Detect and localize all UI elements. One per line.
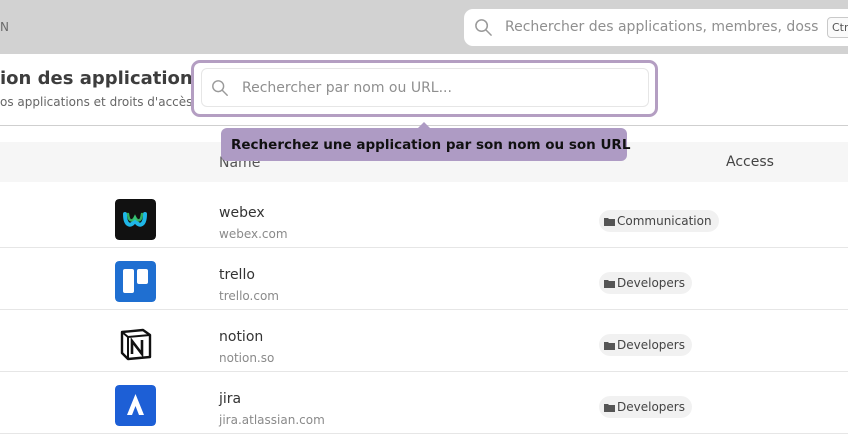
table-row[interactable]: jira jira.atlassian.com Developers (0, 372, 848, 434)
keyboard-shortcut-badge: Ctr (827, 17, 848, 38)
search-tooltip: Recherchez une application par son nom o… (221, 122, 631, 161)
folder-icon (604, 342, 615, 350)
global-search-field[interactable]: Rechercher des applications, membres, do… (464, 9, 848, 46)
search-icon (475, 19, 492, 36)
top-bar: N Rechercher des applications, membres, … (0, 0, 848, 54)
app-url: webex.com (219, 227, 288, 241)
group-tag-label: Developers (617, 276, 685, 290)
group-tag-label: Developers (617, 338, 685, 352)
app-name: trello (219, 267, 255, 283)
app-name: jira (219, 391, 242, 407)
table-row[interactable]: notion notion.so Developers (0, 310, 848, 372)
webex-logo (115, 199, 156, 240)
table-row[interactable]: webex webex.com Communication (0, 186, 848, 248)
app-url: jira.atlassian.com (219, 413, 325, 427)
app-name: webex (219, 205, 265, 221)
app-url: notion.so (219, 351, 275, 365)
trello-logo (115, 261, 156, 302)
app-name: notion (219, 329, 264, 345)
group-tag-label: Developers (617, 400, 685, 414)
page-subtitle: os applications et droits d'accès (0, 95, 193, 109)
folder-icon (604, 404, 615, 412)
app-search-input[interactable]: Rechercher par nom ou URL... (201, 68, 649, 107)
page-title: ion des applications (0, 68, 204, 89)
search-icon (212, 80, 228, 96)
folder-icon (604, 218, 615, 226)
app-search-highlight: Rechercher par nom ou URL... (191, 60, 658, 117)
group-tag-label: Communication (617, 214, 712, 228)
table-row[interactable]: trello trello.com Developers (0, 248, 848, 310)
group-tag[interactable]: Developers (599, 272, 692, 294)
column-header-access[interactable]: Access (726, 154, 774, 170)
group-tag[interactable]: Developers (599, 334, 692, 356)
notion-logo (115, 323, 156, 364)
folder-icon (604, 280, 615, 288)
group-tag[interactable]: Developers (599, 396, 692, 418)
brand-name: N (0, 20, 10, 34)
global-search-placeholder: Rechercher des applications, membres, do… (505, 19, 819, 35)
group-tag[interactable]: Communication (599, 210, 719, 232)
tooltip-arrow (417, 122, 431, 129)
jira-logo (115, 385, 156, 426)
app-url: trello.com (219, 289, 279, 303)
tooltip-text: Recherchez une application par son nom o… (231, 137, 631, 153)
app-search-placeholder: Rechercher par nom ou URL... (242, 80, 452, 96)
